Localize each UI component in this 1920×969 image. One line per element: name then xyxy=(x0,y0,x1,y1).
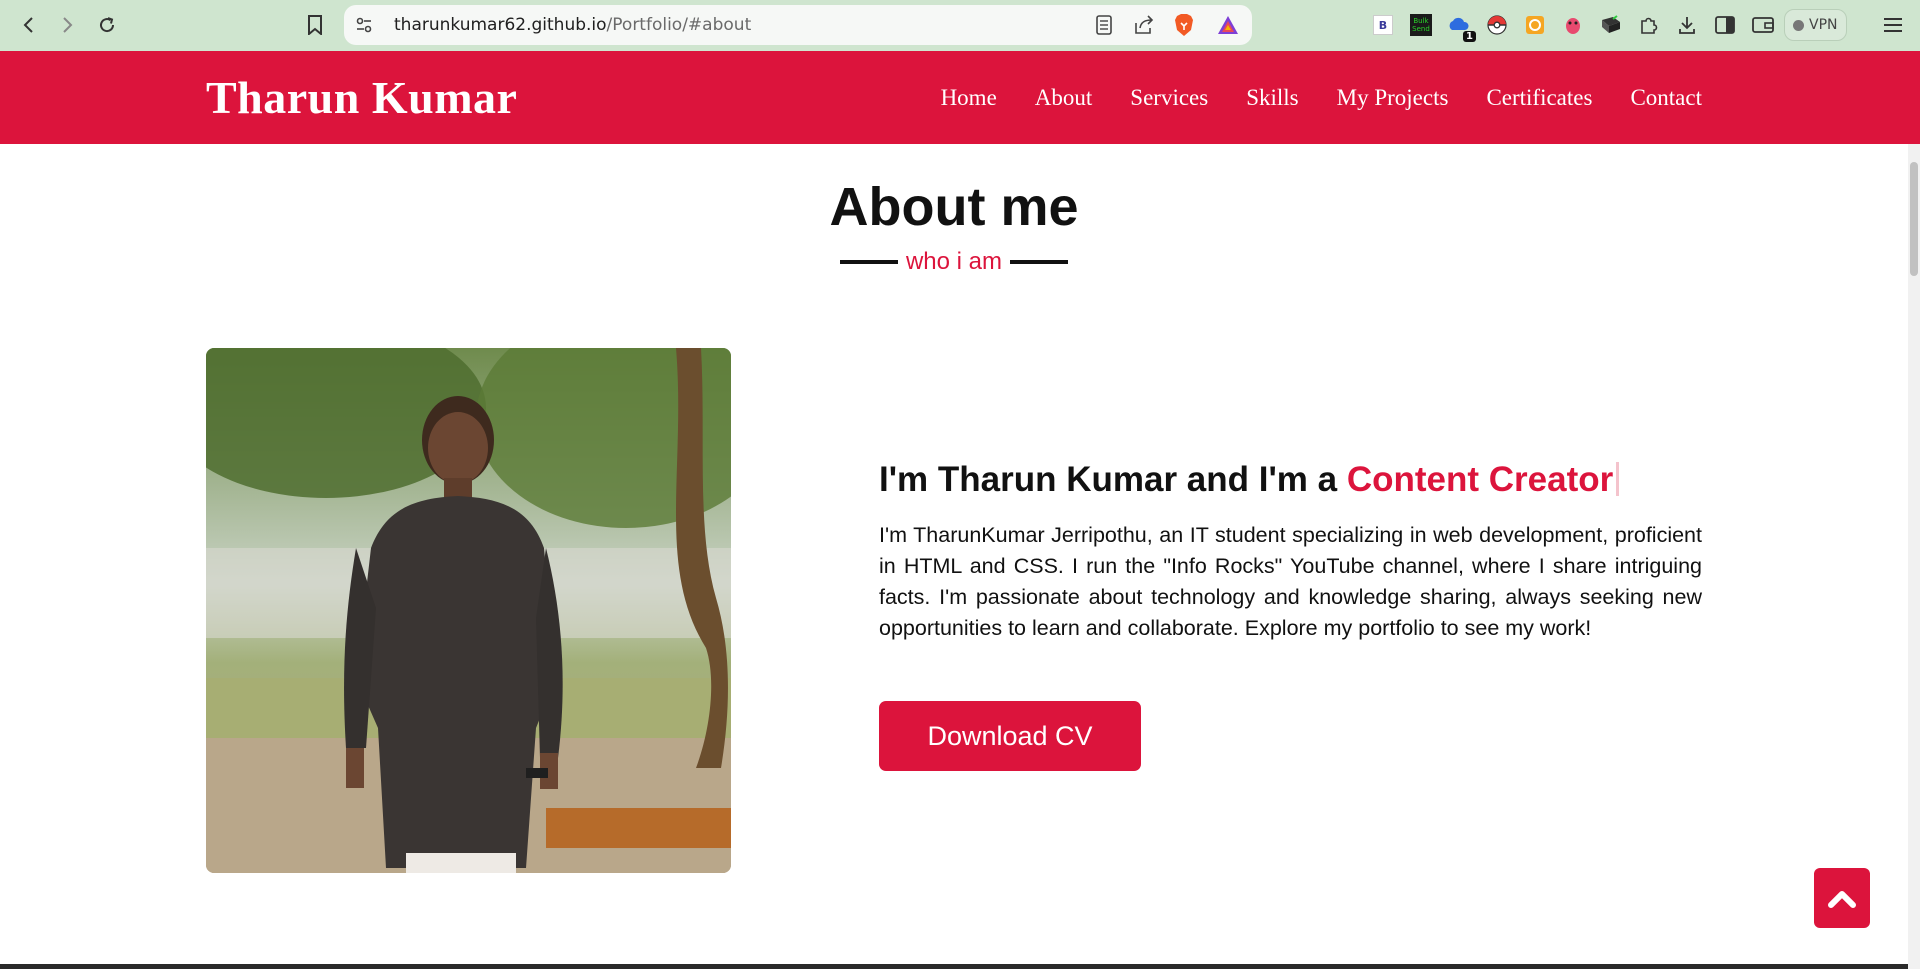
address-bar[interactable]: tharunkumar62.github.io/Portfolio/#about xyxy=(344,5,1252,45)
vpn-status-icon xyxy=(1793,19,1804,31)
orange-extension-icon[interactable] xyxy=(1518,8,1552,42)
site-brand[interactable]: Tharun Kumar xyxy=(206,71,517,124)
scrollbar-thumb[interactable] xyxy=(1910,162,1918,276)
browser-toolbar: tharunkumar62.github.io/Portfolio/#about… xyxy=(0,0,1920,51)
url-text: tharunkumar62.github.io/Portfolio/#about xyxy=(394,5,751,45)
about-subtitle: who i am xyxy=(0,248,1908,276)
reader-icon xyxy=(1096,15,1112,35)
nav-contact[interactable]: Contact xyxy=(1630,85,1702,111)
divider-right xyxy=(1010,260,1069,264)
page-scrollbar[interactable] xyxy=(1908,144,1920,969)
scroll-to-top-button[interactable] xyxy=(1814,868,1870,928)
nav-home[interactable]: Home xyxy=(941,85,997,111)
forward-arrow-icon xyxy=(63,17,73,33)
back-arrow-icon xyxy=(23,17,33,33)
vpn-label: VPN xyxy=(1809,17,1838,33)
headline-prefix: I'm Tharun Kumar and I'm a xyxy=(879,460,1347,499)
headline-typed-role: Content Creator xyxy=(1346,460,1614,499)
url-host: tharunkumar62.github.io xyxy=(394,15,607,35)
nav-services[interactable]: Services xyxy=(1130,85,1208,111)
brave-shields-button[interactable] xyxy=(1164,5,1204,45)
vpn-button[interactable]: VPN xyxy=(1784,9,1847,41)
rewards-triangle-icon xyxy=(1218,16,1238,34)
nav-my-projects[interactable]: My Projects xyxy=(1337,85,1449,111)
typing-caret xyxy=(1616,462,1620,496)
about-title: About me xyxy=(829,177,1079,237)
site-nav: Home About Services Skills My Projects C… xyxy=(941,51,1702,144)
wallet-icon xyxy=(1752,17,1774,33)
site-settings-icon[interactable] xyxy=(354,15,374,35)
url-path: /Portfolio/#about xyxy=(606,15,752,35)
back-button[interactable] xyxy=(14,10,44,40)
next-section-edge xyxy=(0,964,1908,969)
browser-menu-button[interactable] xyxy=(1880,12,1906,38)
divider-left xyxy=(839,260,898,264)
pc-extension-icon[interactable] xyxy=(1594,8,1628,42)
wallet-button[interactable] xyxy=(1746,8,1780,42)
b-extension-icon[interactable]: B xyxy=(1366,8,1400,42)
hamburger-menu-icon xyxy=(1884,18,1902,32)
bulk-send-extension-icon[interactable]: Bulk Send xyxy=(1404,8,1438,42)
reload-icon xyxy=(100,17,115,33)
brave-rewards-button[interactable] xyxy=(1204,5,1252,45)
extensions-area: B Bulk Send 1 VPN xyxy=(1366,6,1847,44)
forward-button[interactable] xyxy=(52,10,82,40)
extension-badge: 1 xyxy=(1463,31,1476,42)
sidebar-icon xyxy=(1715,16,1735,34)
downloads-button[interactable] xyxy=(1670,8,1704,42)
brave-lion-icon xyxy=(1175,14,1193,36)
bookmark-button[interactable] xyxy=(300,10,330,40)
nav-skills[interactable]: Skills xyxy=(1246,85,1298,111)
bug-extension-icon[interactable] xyxy=(1556,8,1590,42)
download-icon xyxy=(1679,17,1695,34)
download-cv-button[interactable]: Download CV xyxy=(879,701,1141,771)
sidebar-button[interactable] xyxy=(1708,8,1742,42)
site-header: Tharun Kumar Home About Services Skills … xyxy=(0,51,1920,144)
about-subtitle-text: who i am xyxy=(905,248,1003,275)
share-button[interactable] xyxy=(1124,5,1164,45)
share-icon xyxy=(1135,15,1154,34)
profile-photo xyxy=(206,348,731,873)
chevron-up-icon xyxy=(1828,891,1856,908)
bookmark-icon xyxy=(308,15,322,35)
puzzle-icon[interactable] xyxy=(1632,8,1666,42)
cloud-extension-icon[interactable]: 1 xyxy=(1442,8,1476,42)
reader-mode-button[interactable] xyxy=(1084,5,1124,45)
about-headline: I'm Tharun Kumar and I'm a Content Creat… xyxy=(879,460,1620,500)
nav-certificates[interactable]: Certificates xyxy=(1486,85,1592,111)
reload-button[interactable] xyxy=(92,10,122,40)
about-paragraph: I'm TharunKumar Jerripothu, an IT studen… xyxy=(879,523,1702,640)
nav-about[interactable]: About xyxy=(1035,85,1093,111)
pokeball-extension-icon[interactable] xyxy=(1480,8,1514,42)
